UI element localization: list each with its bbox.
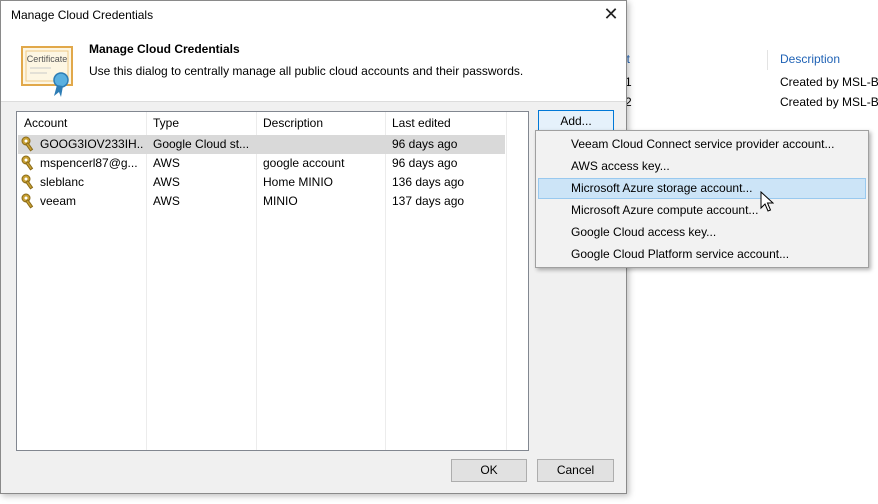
add-credentials-menu: Veeam Cloud Connect service provider acc… <box>535 130 869 268</box>
background-row-1-description: Created by MSL-BI <box>780 75 878 89</box>
menu-item-google-cloud-access-key[interactable]: Google Cloud access key... <box>538 222 866 243</box>
menu-item-label: Microsoft Azure compute account... <box>571 203 759 217</box>
cell-last-edited: 136 days ago <box>392 175 465 189</box>
dialog-header-panel: Certificate Manage Cloud Credentials Use… <box>1 30 626 102</box>
table-row[interactable]: sleblanc AWS Home MINIO 136 days ago <box>18 173 505 192</box>
close-icon: ✕ <box>603 4 619 24</box>
menu-item-azure-storage-account[interactable]: Microsoft Azure storage account... <box>538 178 866 199</box>
cell-type: AWS <box>153 194 180 208</box>
cell-type: Google Cloud st... <box>153 137 250 151</box>
column-header-description[interactable]: Description <box>263 116 323 130</box>
credentials-table[interactable]: Account Type Description Last edited GOO… <box>16 111 529 451</box>
cell-account: GOOG3IOV233IH... <box>40 137 144 151</box>
column-header-type[interactable]: Type <box>153 116 179 130</box>
cancel-button[interactable]: Cancel <box>537 459 614 482</box>
cell-account: mspencerl87@g... <box>40 156 138 170</box>
certificate-icon-text: Certificate <box>27 54 68 64</box>
cell-last-edited: 96 days ago <box>392 137 458 151</box>
menu-item-azure-compute-account[interactable]: Microsoft Azure compute account... <box>538 200 866 221</box>
column-divider <box>506 112 507 450</box>
cell-type: AWS <box>153 156 180 170</box>
cell-account: sleblanc <box>40 175 85 189</box>
menu-item-label: Veeam Cloud Connect service provider acc… <box>571 137 835 151</box>
close-button[interactable]: ✕ <box>597 4 625 26</box>
cell-description: MINIO <box>263 194 298 208</box>
column-header-account[interactable]: Account <box>24 116 67 130</box>
table-row[interactable]: GOOG3IOV233IH... Google Cloud st... 96 d… <box>18 135 505 154</box>
cell-description: Home MINIO <box>263 175 334 189</box>
menu-item-label: AWS access key... <box>571 159 670 173</box>
manage-cloud-credentials-dialog: Manage Cloud Credentials ✕ Certificate M… <box>0 0 627 494</box>
menu-item-aws-access-key[interactable]: AWS access key... <box>538 156 866 177</box>
menu-item-google-cloud-platform-service-account[interactable]: Google Cloud Platform service account... <box>538 244 866 265</box>
cell-account: veeam <box>40 194 77 208</box>
background-row-2-description: Created by MSL-BF <box>780 95 878 109</box>
menu-item-veeam-cloud-connect[interactable]: Veeam Cloud Connect service provider acc… <box>538 134 866 155</box>
menu-item-label: Google Cloud Platform service account... <box>571 247 790 261</box>
key-icon <box>21 155 37 174</box>
header-title: Manage Cloud Credentials <box>89 42 240 56</box>
key-icon <box>21 136 37 155</box>
header-description: Use this dialog to centrally manage all … <box>89 64 524 78</box>
mouse-cursor-icon <box>760 190 775 216</box>
table-row[interactable]: veeam AWS MINIO 137 days ago <box>18 192 505 211</box>
certificate-icon: Certificate <box>21 46 75 101</box>
dialog-title: Manage Cloud Credentials <box>11 8 154 22</box>
menu-item-label: Google Cloud access key... <box>571 225 717 239</box>
key-icon <box>21 193 37 212</box>
cell-last-edited: 137 days ago <box>392 194 465 208</box>
dialog-titlebar[interactable]: Manage Cloud Credentials ✕ <box>1 1 626 30</box>
cell-description: google account <box>263 156 345 170</box>
column-header-last-edited[interactable]: Last edited <box>392 116 451 130</box>
background-column-separator <box>767 50 768 70</box>
key-icon <box>21 174 37 193</box>
menu-item-label: Microsoft Azure storage account... <box>571 181 753 195</box>
table-row[interactable]: mspencerl87@g... AWS google account 96 d… <box>18 154 505 173</box>
background-column-header-description[interactable]: Description <box>780 52 840 66</box>
table-header: Account Type Description Last edited <box>17 112 528 134</box>
cell-last-edited: 96 days ago <box>392 156 458 170</box>
ok-button[interactable]: OK <box>451 459 527 482</box>
cell-type: AWS <box>153 175 180 189</box>
